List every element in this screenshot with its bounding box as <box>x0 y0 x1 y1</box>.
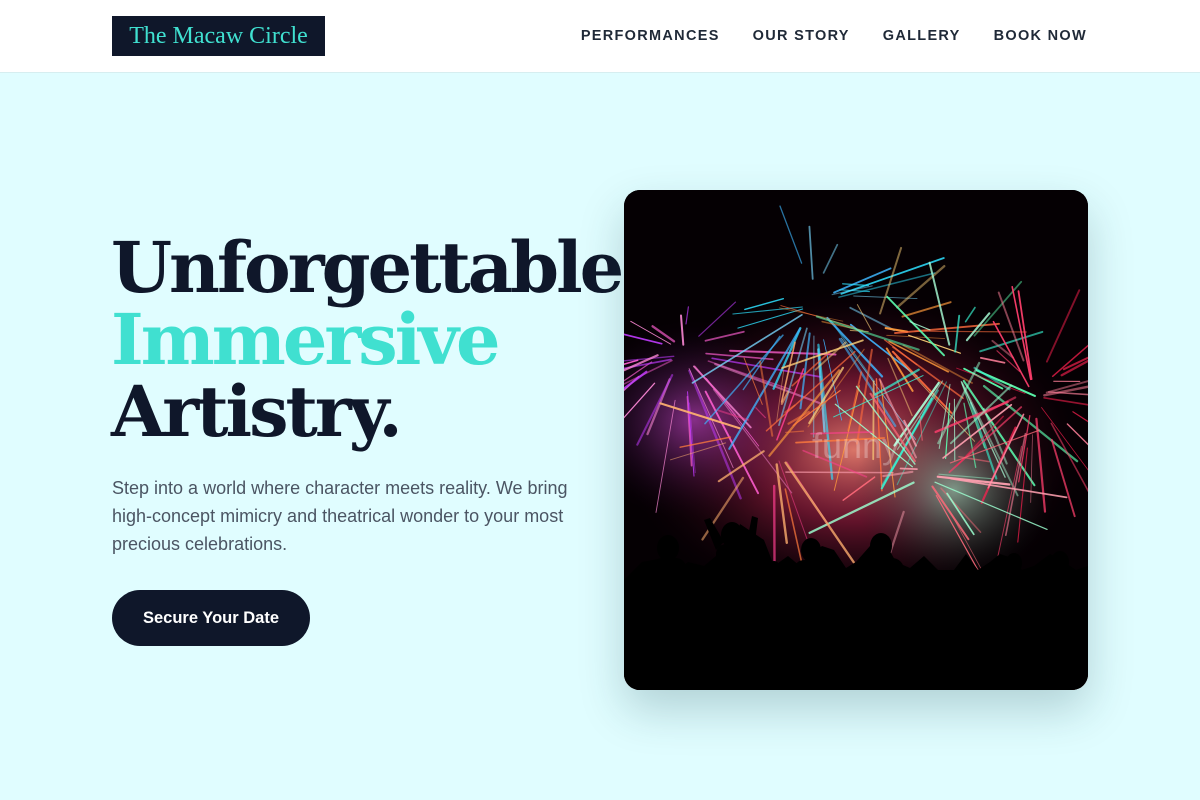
image-watermark-text: funny <box>812 425 900 466</box>
firework-streak <box>899 467 918 470</box>
site-logo[interactable]: The Macaw Circle <box>112 16 325 56</box>
headline-line-2-accent: Immersive <box>111 298 501 381</box>
site-header: The Macaw Circle PERFORMANCES OUR STORY … <box>0 0 1200 73</box>
hero-description: Step into a world where character meets … <box>112 478 568 554</box>
hero-headline: Unforgettable Immersive Artistry. <box>111 226 624 453</box>
secure-your-date-button[interactable]: Secure Your Date <box>112 590 310 646</box>
headline-line-1: Unforgettable <box>111 226 624 309</box>
headline-line-3: Artistry. <box>111 370 403 453</box>
nav-link-our-story[interactable]: OUR STORY <box>753 28 850 44</box>
fireworks-photo: funny <box>624 190 1088 690</box>
firework-streak <box>785 471 894 474</box>
nav-link-gallery[interactable]: GALLERY <box>883 28 961 44</box>
nav-link-performances[interactable]: PERFORMANCES <box>581 28 720 44</box>
hero-image-fireworks: funny <box>624 190 1088 690</box>
main-nav: PERFORMANCES OUR STORY GALLERY BOOK NOW <box>581 0 1087 72</box>
nav-link-book-now[interactable]: BOOK NOW <box>994 28 1087 44</box>
